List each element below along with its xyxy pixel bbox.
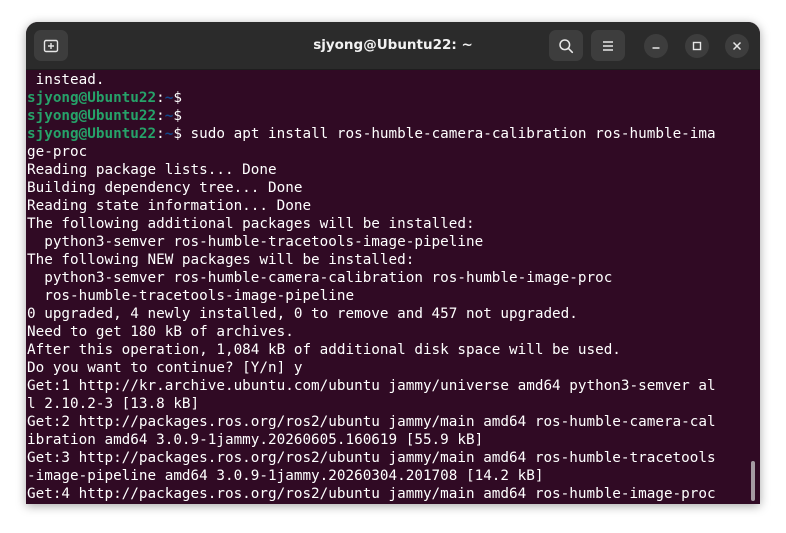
prompt-symbol: $: [173, 108, 182, 124]
close-icon: [732, 41, 742, 51]
maximize-icon: [692, 41, 702, 51]
output-line: Get:3 http://packages.ros.org/ros2/ubunt…: [27, 450, 716, 466]
output-line: ge-proc: [27, 144, 88, 160]
prompt-user: sjyong@Ubuntu22: [27, 108, 157, 124]
menu-button[interactable]: [591, 30, 625, 61]
prompt-user: sjyong@Ubuntu22: [27, 90, 157, 106]
terminal-lines: instead. sjyong@Ubuntu22:~$ sjyong@Ubuntu2…: [27, 71, 749, 503]
output-line: The following additional packages will b…: [27, 216, 475, 232]
output-line: Get:2 http://packages.ros.org/ros2/ubunt…: [27, 414, 716, 430]
output-line: Reading state information... Done: [27, 198, 312, 214]
prompt-symbol: $: [173, 126, 182, 142]
command-text: sudo apt install ros-humble-camera-calib…: [181, 126, 716, 142]
output-line: Reading package lists... Done: [27, 162, 277, 178]
prompt-colon: :: [156, 108, 165, 124]
prompt-line: sjyong@Ubuntu22:~$: [27, 107, 749, 125]
new-tab-button[interactable]: [34, 30, 68, 61]
output-line: Get:1 http://kr.archive.ubuntu.com/ubunt…: [27, 378, 716, 394]
output-line: After this operation, 1,084 kB of additi…: [27, 342, 621, 358]
output-line: instead.: [27, 72, 105, 88]
prompt-symbol: $: [173, 90, 182, 106]
prompt-colon: :: [156, 90, 165, 106]
output-line: -image-pipeline amd64 3.0.9-1jammy.20260…: [27, 468, 544, 484]
output-line: ibration amd64 3.0.9-1jammy.20260605.160…: [27, 432, 484, 448]
close-button[interactable]: [725, 34, 749, 58]
title-bar[interactable]: sjyong@Ubuntu22: ~: [26, 22, 760, 70]
prompt-user: sjyong@Ubuntu22: [27, 126, 157, 142]
output-line: ros-humble-tracetools-image-pipeline: [27, 288, 355, 304]
output-line: The following NEW packages will be insta…: [27, 252, 415, 268]
minimize-icon: [652, 47, 660, 49]
maximize-button[interactable]: [685, 34, 709, 58]
scrollbar-thumb[interactable]: [751, 461, 755, 501]
terminal-window: sjyong@Ubuntu22: ~ instead. sjyong@Ubunt…: [26, 22, 760, 504]
output-line: l 2.10.2-3 [13.8 kB]: [27, 396, 200, 412]
terminal-output[interactable]: instead. sjyong@Ubuntu22:~$ sjyong@Ubuntu2…: [26, 70, 760, 504]
output-line: Get:4 http://packages.ros.org/ros2/ubunt…: [27, 486, 716, 502]
hamburger-menu-icon: [603, 40, 613, 51]
prompt-line: sjyong@Ubuntu22:~$ sudo apt install ros-…: [27, 125, 749, 143]
output-line: python3-semver ros-humble-camera-calibra…: [27, 270, 613, 286]
search-icon: [559, 38, 574, 53]
output-line: Need to get 180 kB of archives.: [27, 324, 294, 340]
output-line: Do you want to continue? [Y/n] y: [27, 360, 303, 376]
prompt-line: sjyong@Ubuntu22:~$: [27, 89, 749, 107]
output-line: 0 upgraded, 4 newly installed, 0 to remo…: [27, 306, 578, 322]
output-line: python3-semver ros-humble-tracetools-ima…: [27, 234, 484, 250]
prompt-colon: :: [156, 126, 165, 142]
output-line: Building dependency tree... Done: [27, 180, 303, 196]
minimize-button[interactable]: [644, 34, 668, 58]
new-tab-icon: [43, 39, 59, 52]
search-button[interactable]: [549, 30, 583, 61]
